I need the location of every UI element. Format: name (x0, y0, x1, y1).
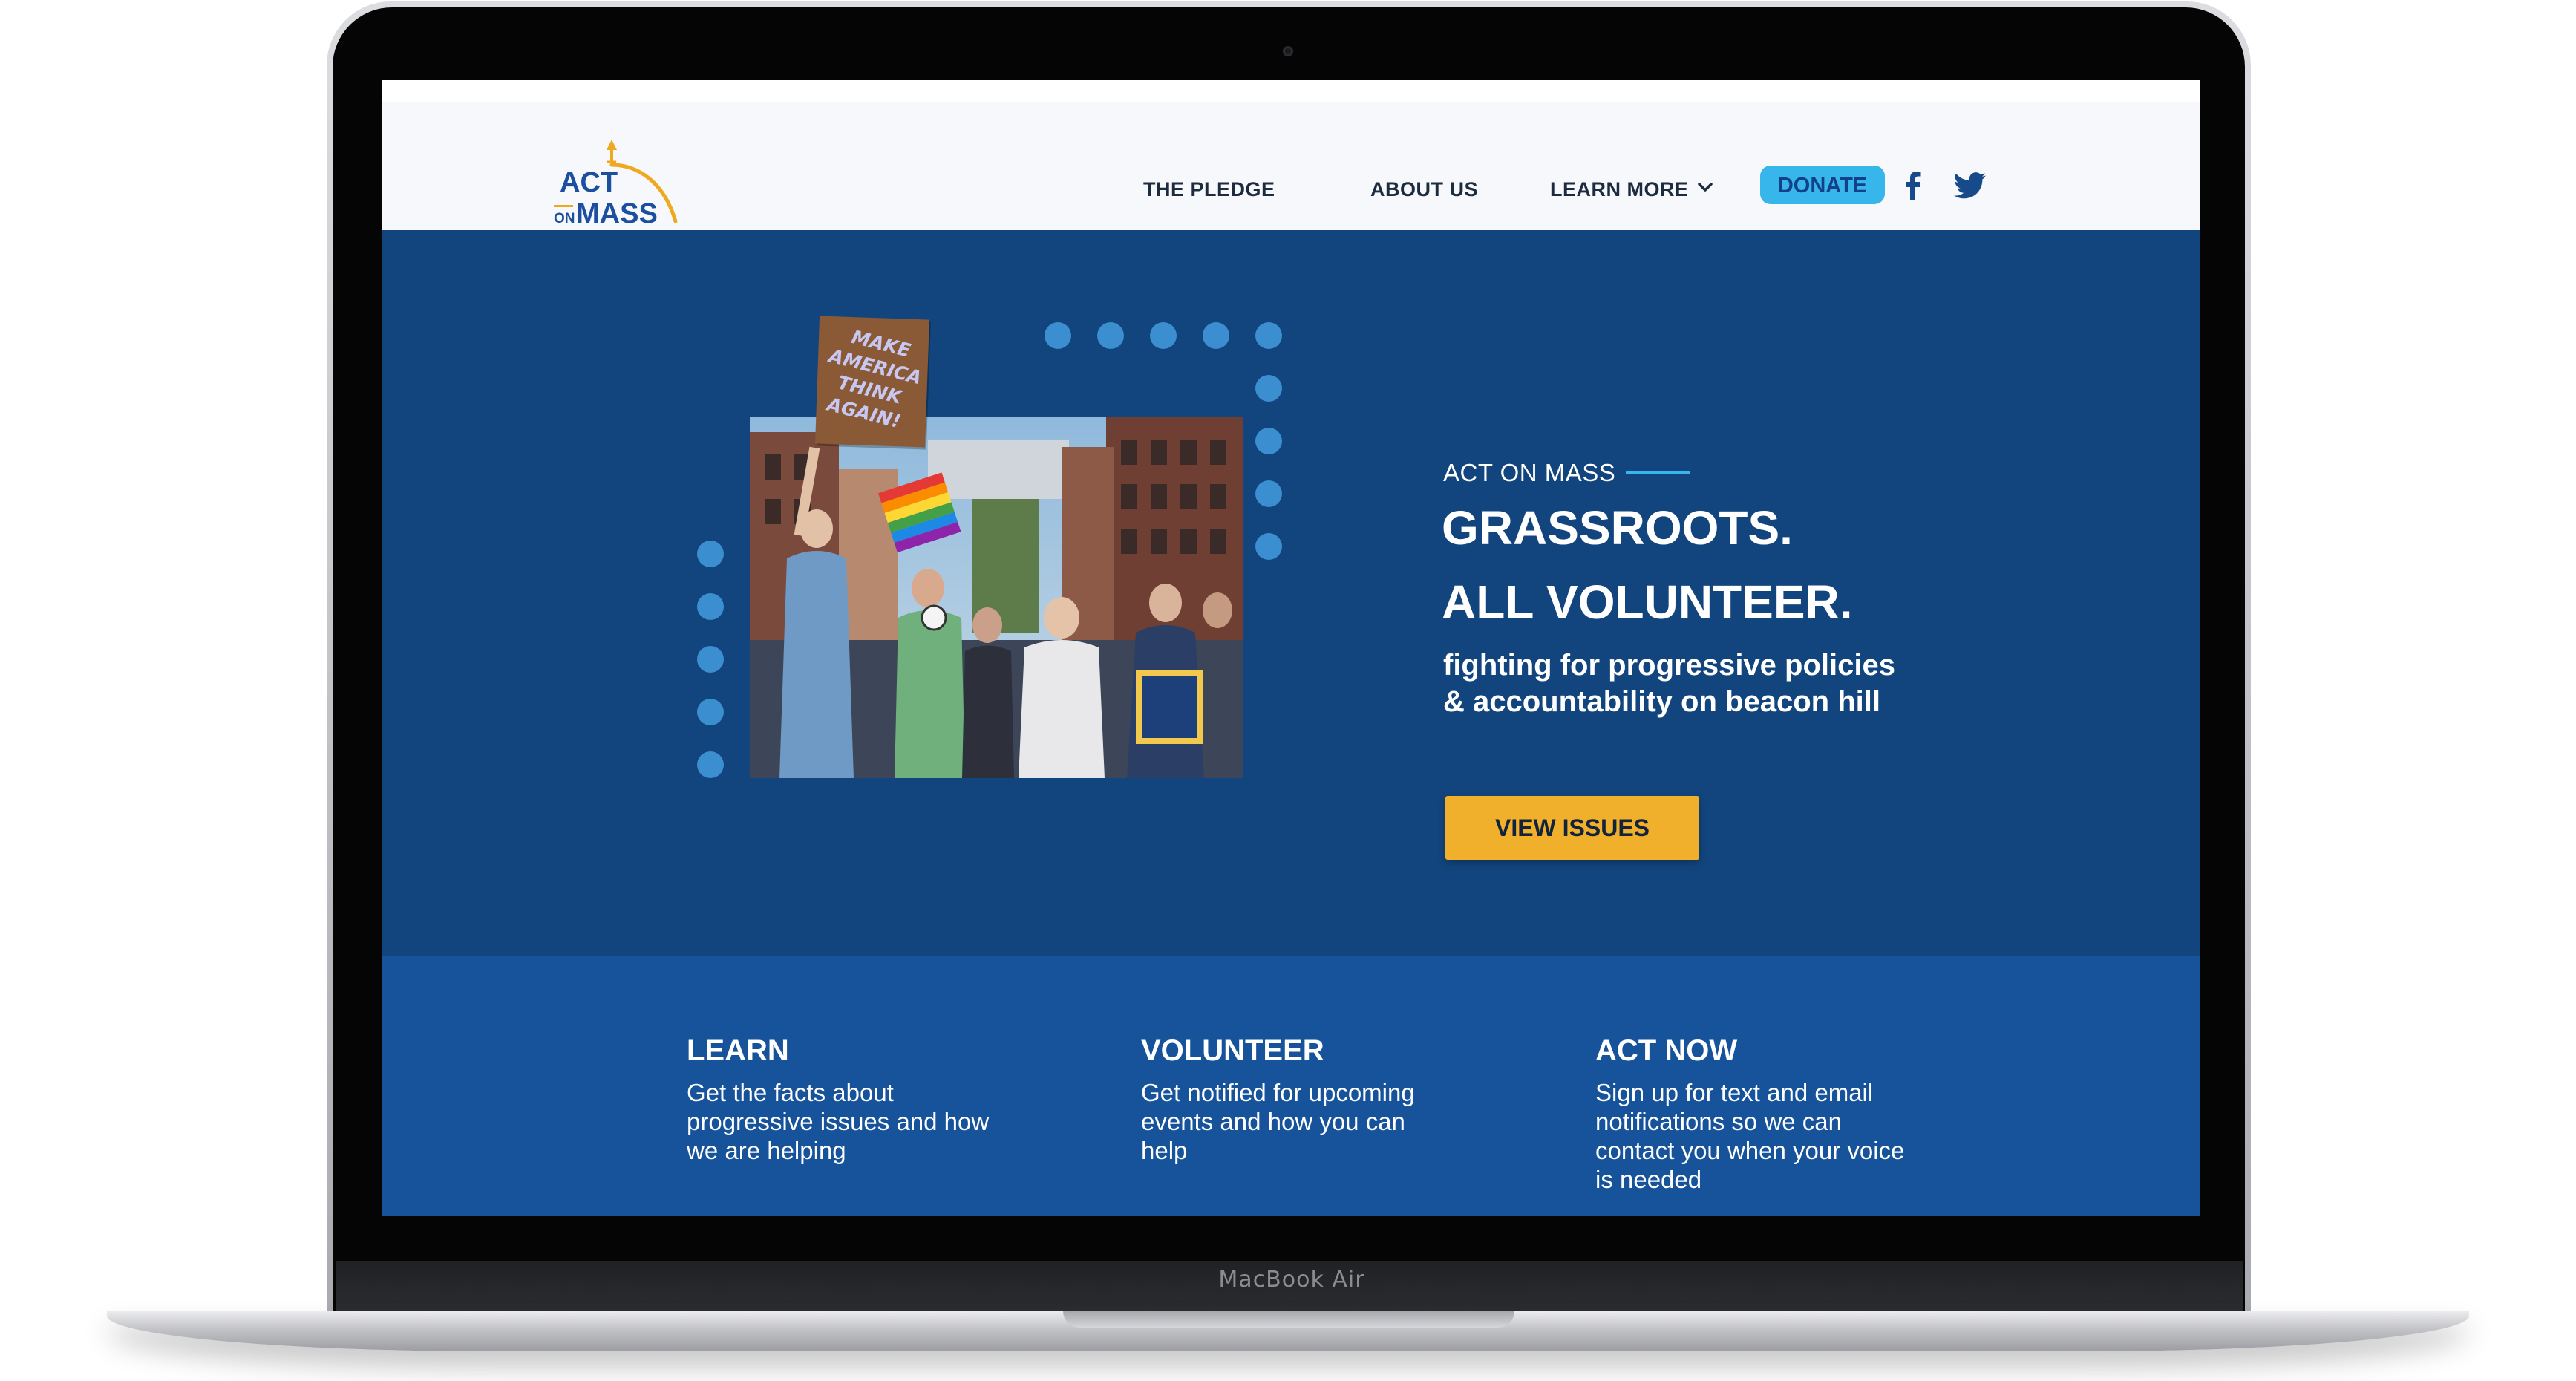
site-header: ACT ON MASS THE PLEDGE ABOUT US LEARN MO… (382, 80, 2200, 230)
protest-photo (750, 417, 1243, 778)
feature-volunteer[interactable]: VOLUNTEER Get notified for upcoming even… (1141, 1034, 1453, 1165)
decorative-dot (697, 541, 724, 567)
nav-about-us[interactable]: ABOUT US (1370, 178, 1478, 201)
decorative-dot (1255, 375, 1282, 402)
features-section: LEARN Get the facts about progressive is… (382, 956, 2200, 1216)
facebook-icon[interactable] (1903, 171, 1921, 200)
logo-text-mass: MASS (576, 198, 658, 227)
decorative-dot (1255, 533, 1282, 560)
camera-icon (1283, 46, 1293, 56)
hero-eyebrow: ACT ON MASS (1443, 459, 1616, 486)
device-mockup: ACT ON MASS THE PLEDGE ABOUT US LEARN MO… (0, 0, 2576, 1381)
nav-learn-more[interactable]: LEARN MORE (1550, 178, 1689, 201)
protest-sign-text: MAKE AMERICA THINK AGAIN! (825, 326, 924, 433)
eyebrow-divider (1626, 471, 1690, 474)
device-label: MacBook Air (1218, 1267, 1365, 1293)
hero-title-line-2: ALL VOLUNTEER. (1442, 575, 1853, 629)
decorative-dot (1255, 322, 1282, 349)
feature-learn[interactable]: LEARN Get the facts about progressive is… (687, 1034, 998, 1165)
decorative-dot (1255, 480, 1282, 507)
feature-description: Get the facts about progressive issues a… (687, 1079, 990, 1164)
decorative-dot (1255, 428, 1282, 454)
decorative-dot (697, 751, 724, 778)
decorative-dot (1150, 322, 1177, 349)
feature-title: ACT NOW (1595, 1034, 1738, 1067)
chevron-down-icon[interactable] (1696, 177, 1715, 197)
feature-title: VOLUNTEER (1141, 1034, 1324, 1067)
nav-the-pledge[interactable]: THE PLEDGE (1143, 178, 1275, 201)
feature-description: Sign up for text and email notifications… (1595, 1079, 1905, 1193)
logo-text-act: ACT (560, 167, 618, 198)
hero-title-line-1: GRASSROOTS. (1442, 501, 1793, 555)
decorative-dot (697, 699, 724, 725)
laptop-notch (1063, 1311, 1514, 1328)
decorative-dot (697, 593, 724, 620)
view-issues-button[interactable]: VIEW ISSUES (1445, 796, 1699, 860)
decorative-dot (1203, 322, 1229, 349)
feature-title: LEARN (687, 1034, 789, 1067)
decorative-dot (1097, 322, 1124, 349)
donate-button[interactable]: DONATE (1760, 166, 1885, 204)
logo-text-on: ON (554, 211, 575, 226)
decorative-dot (697, 646, 724, 673)
hero-subtitle: fighting for progressive policies & acco… (1443, 649, 1895, 718)
twitter-icon[interactable] (1954, 172, 1987, 199)
feature-description: Get notified for upcoming events and how… (1141, 1079, 1415, 1164)
decorative-dot (1045, 322, 1071, 349)
website-screen: ACT ON MASS THE PLEDGE ABOUT US LEARN MO… (382, 80, 2200, 1216)
hero-section: MAKE AMERICA THINK AGAIN! ACT ON MASS GR… (382, 230, 2200, 956)
protest-sign: MAKE AMERICA THINK AGAIN! (815, 316, 929, 448)
feature-act-now[interactable]: ACT NOW Sign up for text and email notif… (1595, 1034, 1907, 1194)
act-on-mass-logo[interactable]: ACT ON MASS (549, 140, 680, 227)
